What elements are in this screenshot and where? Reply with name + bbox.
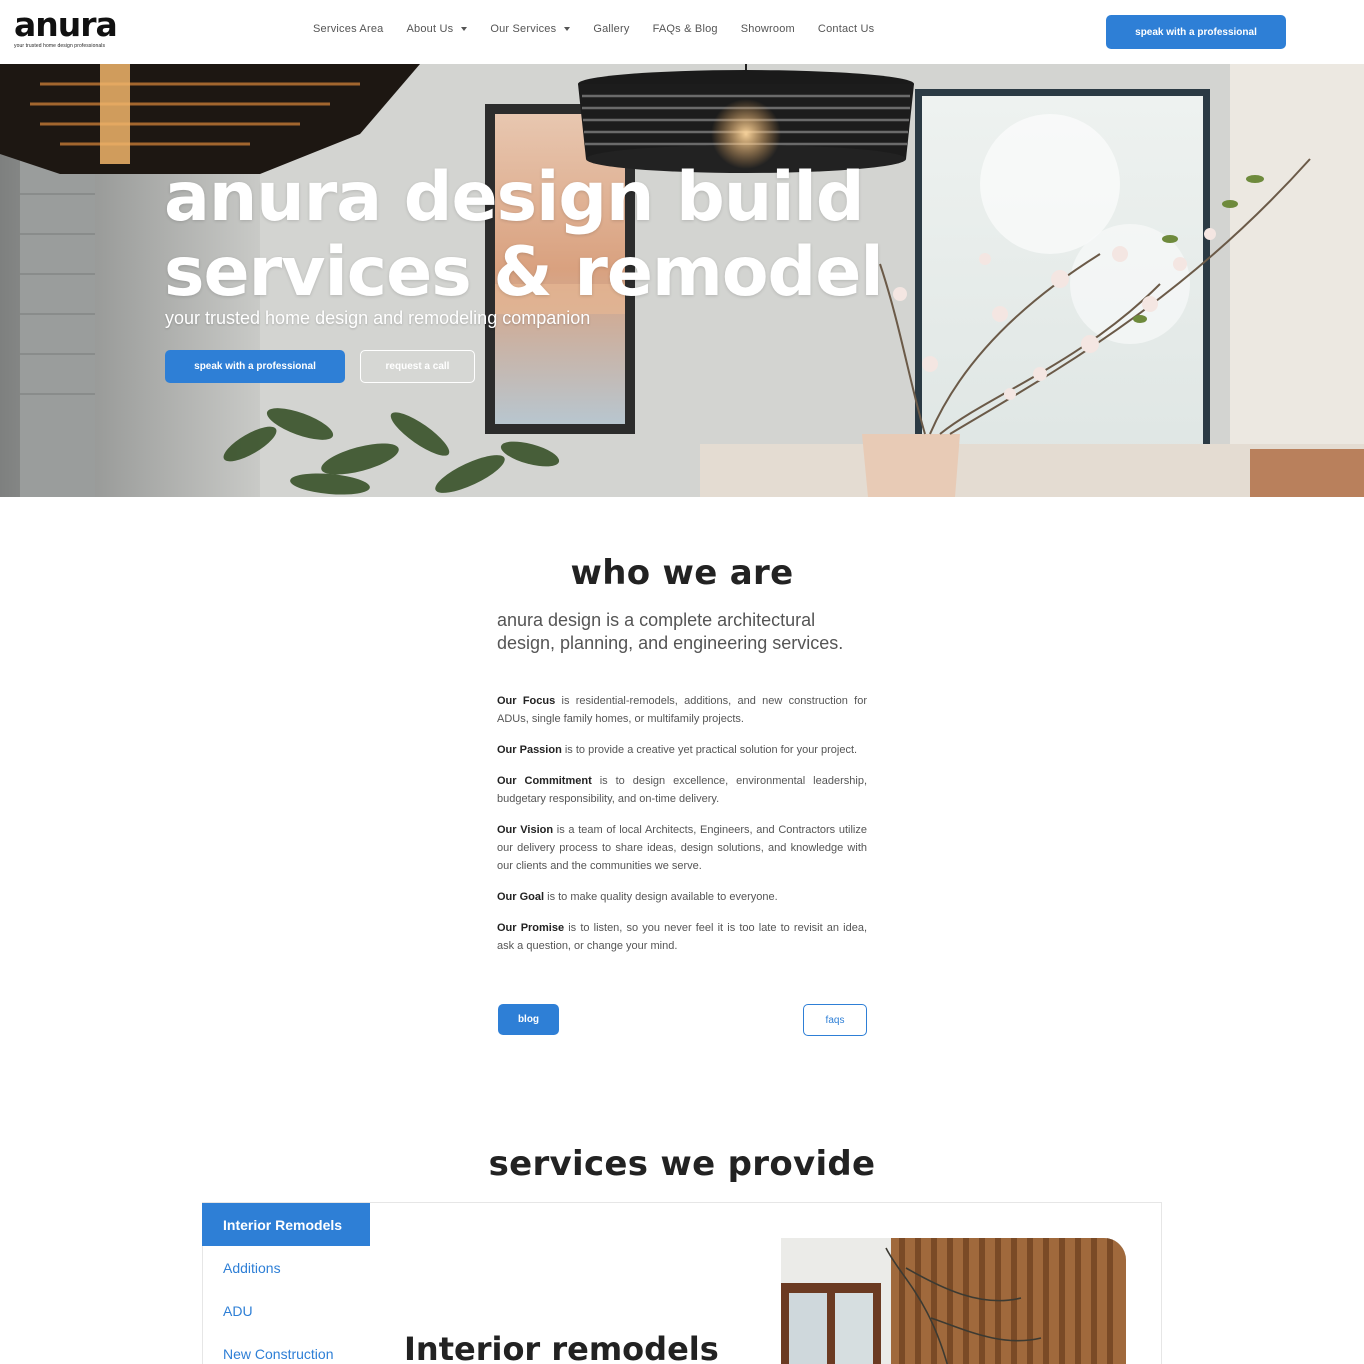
list-item: Our Goal is to make quality design avail…: [497, 888, 867, 906]
nav-label: Our Services: [490, 23, 557, 35]
hero-title-line2: services & remodel: [164, 233, 884, 312]
header-speak-professional-button[interactable]: speak with a professional: [1106, 15, 1286, 49]
service-image: [781, 1238, 1126, 1364]
nav-faqs-blog[interactable]: FAQs & Blog: [653, 23, 718, 35]
who-we-are-list: Our Focus is residential-remodels, addit…: [497, 692, 867, 968]
tab-new-construction[interactable]: New Construction: [202, 1332, 370, 1364]
item-label: Our Focus: [497, 695, 556, 707]
item-label: Our Vision: [497, 824, 554, 836]
chevron-down-icon: [564, 27, 571, 31]
tab-additions[interactable]: Additions: [202, 1246, 370, 1289]
nav-label: About Us: [406, 23, 454, 35]
item-text: is to make quality design available to e…: [544, 891, 778, 903]
hero-speak-professional-button[interactable]: speak with a professional: [165, 350, 345, 383]
chevron-down-icon: [461, 27, 468, 31]
hero-title: anura design build services & remodel: [164, 158, 884, 312]
nav-our-services[interactable]: Our Services: [490, 23, 571, 35]
tab-interior-remodels[interactable]: Interior Remodels: [202, 1203, 370, 1246]
nav-label: FAQs & Blog: [652, 23, 718, 35]
nav-about-us[interactable]: About Us: [406, 23, 468, 35]
item-label: Our Passion: [497, 744, 562, 756]
services-tab-list: Interior Remodels Additions ADU New Cons…: [202, 1203, 370, 1364]
tab-adu[interactable]: ADU: [202, 1289, 370, 1332]
services-heading: services we provide: [488, 1144, 876, 1184]
list-item: Our Passion is to provide a creative yet…: [497, 741, 867, 759]
nav-label: Gallery: [593, 23, 630, 35]
nav-label: Showroom: [740, 23, 795, 35]
logo-wordmark: anura: [14, 5, 118, 44]
faqs-button[interactable]: faqs: [803, 1004, 867, 1036]
hero-subtitle: your trusted home design and remodeling …: [165, 308, 591, 328]
list-item: Our Commitment is to design excellence, …: [497, 772, 867, 808]
item-text: is to provide a creative yet practical s…: [561, 744, 858, 756]
item-label: Our Commitment: [497, 775, 592, 787]
service-panel-heading: Interior remodels: [404, 1330, 719, 1364]
hero-request-call-button[interactable]: request a call: [360, 350, 475, 383]
list-item: Our Focus is residential-remodels, addit…: [497, 692, 867, 728]
who-we-are-heading: who we are: [570, 553, 794, 593]
item-label: Our Goal: [497, 891, 545, 903]
hero-title-line1: anura design build: [164, 158, 865, 237]
item-label: Our Promise: [497, 922, 565, 934]
nav-label: Contact Us: [817, 23, 875, 35]
site-header: anura your trusted home design professio…: [0, 0, 1364, 64]
item-text: is a team of local Architects, Engineers…: [497, 824, 867, 872]
nav-gallery[interactable]: Gallery: [593, 23, 629, 35]
list-item: Our Vision is a team of local Architects…: [497, 821, 867, 875]
nav-contact-us[interactable]: Contact Us: [818, 23, 874, 35]
logo[interactable]: anura your trusted home design professio…: [14, 8, 126, 50]
list-item: Our Promise is to listen, so you never f…: [497, 919, 867, 955]
who-we-are-lead: anura design is a complete architectural…: [497, 610, 844, 653]
nav-showroom[interactable]: Showroom: [741, 23, 795, 35]
main-nav: Services Area About Us Our Services Gall…: [313, 23, 897, 35]
nav-services-area[interactable]: Services Area: [313, 23, 383, 35]
nav-label: Services Area: [313, 23, 384, 35]
hero-section: anura design build services & remodel yo…: [0, 64, 1364, 497]
blog-button[interactable]: blog: [498, 1004, 559, 1035]
interior-photo: [781, 1238, 1126, 1364]
